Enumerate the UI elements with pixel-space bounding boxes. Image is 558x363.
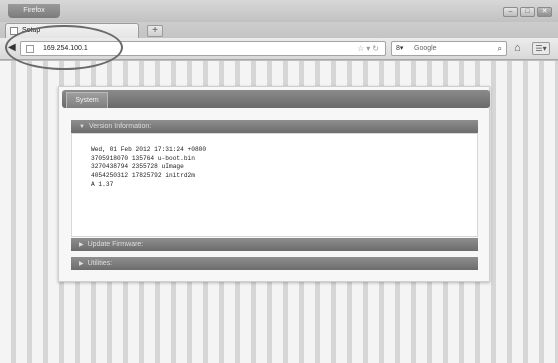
version-line: 3705918070 135764 u-boot.bin <box>91 154 195 162</box>
maximize-button[interactable]: □ <box>520 7 535 17</box>
home-icon[interactable]: ⌂ <box>514 42 521 54</box>
expand-arrow-icon: ▶ <box>79 242 84 248</box>
back-arrow-icon[interactable]: ◀ <box>8 42 16 53</box>
version-line: 3270438794 2355728 uImage <box>91 163 184 171</box>
version-line: 4054250312 17825792 initrd2m <box>91 172 195 180</box>
section-version-information[interactable]: ▼ Version Information: <box>71 120 478 133</box>
browser-window: Firefox – □ ✕ Setup + ◀ 169.254.100.1 ☆▾… <box>0 0 558 363</box>
version-info-text: Wed, 01 Feb 2012 17:31:24 +0800 37059180… <box>91 146 206 189</box>
collapse-arrow-icon: ▼ <box>79 124 85 130</box>
section-title: Utilities: <box>87 260 113 267</box>
page-icon <box>10 27 18 35</box>
title-bar: Firefox – □ ✕ <box>0 0 558 22</box>
new-tab-button[interactable]: + <box>147 25 163 37</box>
firefox-menu-button[interactable]: Firefox <box>8 4 60 18</box>
minimize-button[interactable]: – <box>503 7 518 17</box>
navigation-bar: ◀ 169.254.100.1 ☆▾↻ 8▾ Google ⌕ ⌂ ☰▾ <box>0 38 558 60</box>
expand-arrow-icon: ▶ <box>79 261 84 267</box>
search-icon[interactable]: ⌕ <box>498 42 502 56</box>
star-icon[interactable]: ☆ <box>357 44 366 53</box>
section-title: Update Firmware: <box>87 241 144 248</box>
reload-icon[interactable]: ↻ <box>372 44 381 53</box>
address-bar-icons: ☆▾↻ <box>357 42 381 56</box>
address-text: 169.254.100.1 <box>43 45 88 52</box>
version-line: A 1.37 <box>91 180 114 188</box>
section-update-firmware[interactable]: ▶ Update Firmware: <box>71 238 478 251</box>
version-line: Wed, 01 Feb 2012 17:31:24 +0800 <box>91 146 207 153</box>
tab-strip: Setup + <box>0 22 558 39</box>
tab-system[interactable]: System <box>66 92 108 108</box>
section-utilities[interactable]: ▶ Utilities: <box>71 257 478 270</box>
panel-header-bar <box>62 90 490 108</box>
search-placeholder: Google <box>414 45 437 52</box>
search-box[interactable]: 8▾ Google ⌕ <box>391 41 507 56</box>
menu-icon[interactable]: ☰▾ <box>532 42 550 55</box>
close-button[interactable]: ✕ <box>537 7 552 17</box>
site-identity-icon[interactable] <box>26 45 34 53</box>
tab-setup[interactable]: Setup <box>5 23 139 39</box>
tab-title: Setup <box>22 27 41 34</box>
section-title: Version Information: <box>88 123 152 130</box>
window-controls: – □ ✕ <box>503 7 552 17</box>
address-bar[interactable]: 169.254.100.1 ☆▾↻ <box>20 41 386 56</box>
search-engine-icon[interactable]: 8▾ <box>396 43 403 55</box>
